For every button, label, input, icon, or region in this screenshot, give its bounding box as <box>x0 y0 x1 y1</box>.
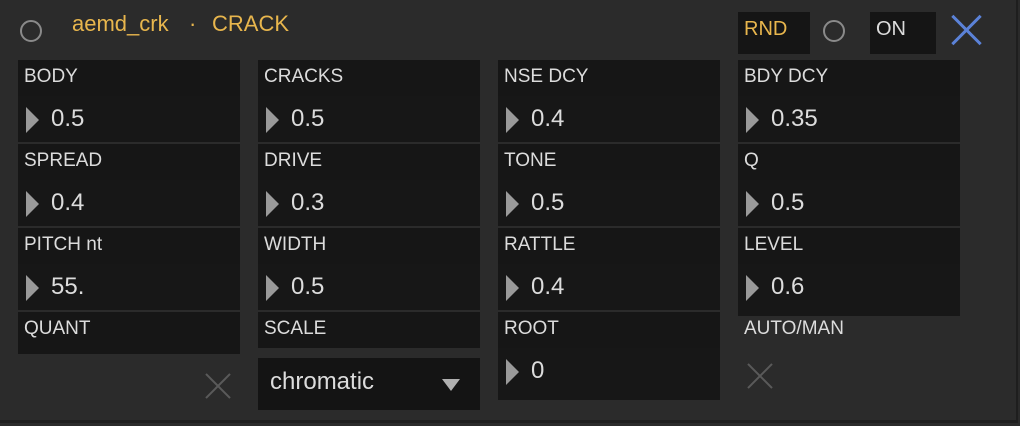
spread-value: 0.4 <box>51 189 85 216</box>
triangle-right-icon <box>26 275 39 301</box>
triangle-right-icon <box>746 275 759 301</box>
close-icon[interactable] <box>949 13 983 47</box>
root-value: 0 <box>531 357 545 384</box>
power-toggle-icon[interactable] <box>20 20 42 42</box>
q-number-box[interactable]: 0.5 <box>738 180 960 226</box>
width-label: WIDTH <box>258 228 480 264</box>
triangle-right-icon <box>266 191 279 217</box>
root-number-box[interactable]: 0 <box>498 348 720 400</box>
triangle-right-icon <box>266 275 279 301</box>
spread-number-box[interactable]: 0.4 <box>18 180 240 226</box>
width-value: 0.5 <box>291 273 325 300</box>
nse-dcy-value: 0.4 <box>531 105 565 132</box>
auto-man-toggle-x-icon[interactable] <box>746 362 774 390</box>
randomize-button[interactable]: RND <box>738 12 810 54</box>
nse-dcy-label: NSE DCY <box>498 60 720 96</box>
triangle-right-icon <box>26 107 39 133</box>
level-label: LEVEL <box>738 228 960 264</box>
level-value: 0.6 <box>771 273 805 300</box>
width-number-box[interactable]: 0.5 <box>258 264 480 310</box>
triangle-right-icon <box>506 359 519 385</box>
pitch-label: PITCH nt <box>18 228 240 264</box>
pitch-value: 55. <box>51 273 85 300</box>
nse-dcy-number-box[interactable]: 0.4 <box>498 96 720 142</box>
root-label: ROOT <box>498 312 720 348</box>
drive-label: DRIVE <box>258 144 480 180</box>
title-separator: · <box>189 11 197 36</box>
drive-value: 0.3 <box>291 189 325 216</box>
q-value: 0.5 <box>771 189 805 216</box>
quant-toggle-x-icon[interactable] <box>204 372 232 400</box>
bdy-dcy-number-box[interactable]: 0.35 <box>738 96 960 142</box>
cracks-value: 0.5 <box>291 105 325 132</box>
triangle-right-icon <box>746 191 759 217</box>
body-label: BODY <box>18 60 240 96</box>
triangle-right-icon <box>506 191 519 217</box>
auto-man-label: AUTO/MAN <box>744 318 844 339</box>
scale-selected-value: chromatic <box>270 368 375 395</box>
rattle-value: 0.4 <box>531 273 565 300</box>
rattle-number-box[interactable]: 0.4 <box>498 264 720 310</box>
tone-value: 0.5 <box>531 189 565 216</box>
level-number-box[interactable]: 0.6 <box>738 264 960 316</box>
tone-number-box[interactable]: 0.5 <box>498 180 720 226</box>
cracks-number-box[interactable]: 0.5 <box>258 96 480 142</box>
drive-number-box[interactable]: 0.3 <box>258 180 480 226</box>
bdy-dcy-value: 0.35 <box>771 105 818 132</box>
body-value: 0.5 <box>51 105 85 132</box>
triangle-right-icon <box>26 191 39 217</box>
bdy-dcy-label: BDY DCY <box>738 60 960 96</box>
triangle-right-icon <box>506 275 519 301</box>
preset-name: CRACK <box>212 11 290 36</box>
pitch-number-box[interactable]: 55. <box>18 264 240 310</box>
on-toggle-icon[interactable] <box>823 20 845 42</box>
q-label: Q <box>738 144 960 180</box>
cracks-label: CRACKS <box>258 60 480 96</box>
quant-label: QUANT <box>18 312 240 354</box>
scale-label: SCALE <box>258 312 480 348</box>
tone-label: TONE <box>498 144 720 180</box>
scale-dropdown[interactable]: chromatic <box>258 358 480 410</box>
device-name: aemd_crk <box>72 11 169 36</box>
triangle-right-icon <box>266 107 279 133</box>
spread-label: SPREAD <box>18 144 240 180</box>
rattle-label: RATTLE <box>498 228 720 264</box>
chevron-down-icon <box>442 379 460 391</box>
body-number-box[interactable]: 0.5 <box>18 96 240 142</box>
on-button[interactable]: ON <box>870 12 936 54</box>
triangle-right-icon <box>746 107 759 133</box>
triangle-right-icon <box>506 107 519 133</box>
